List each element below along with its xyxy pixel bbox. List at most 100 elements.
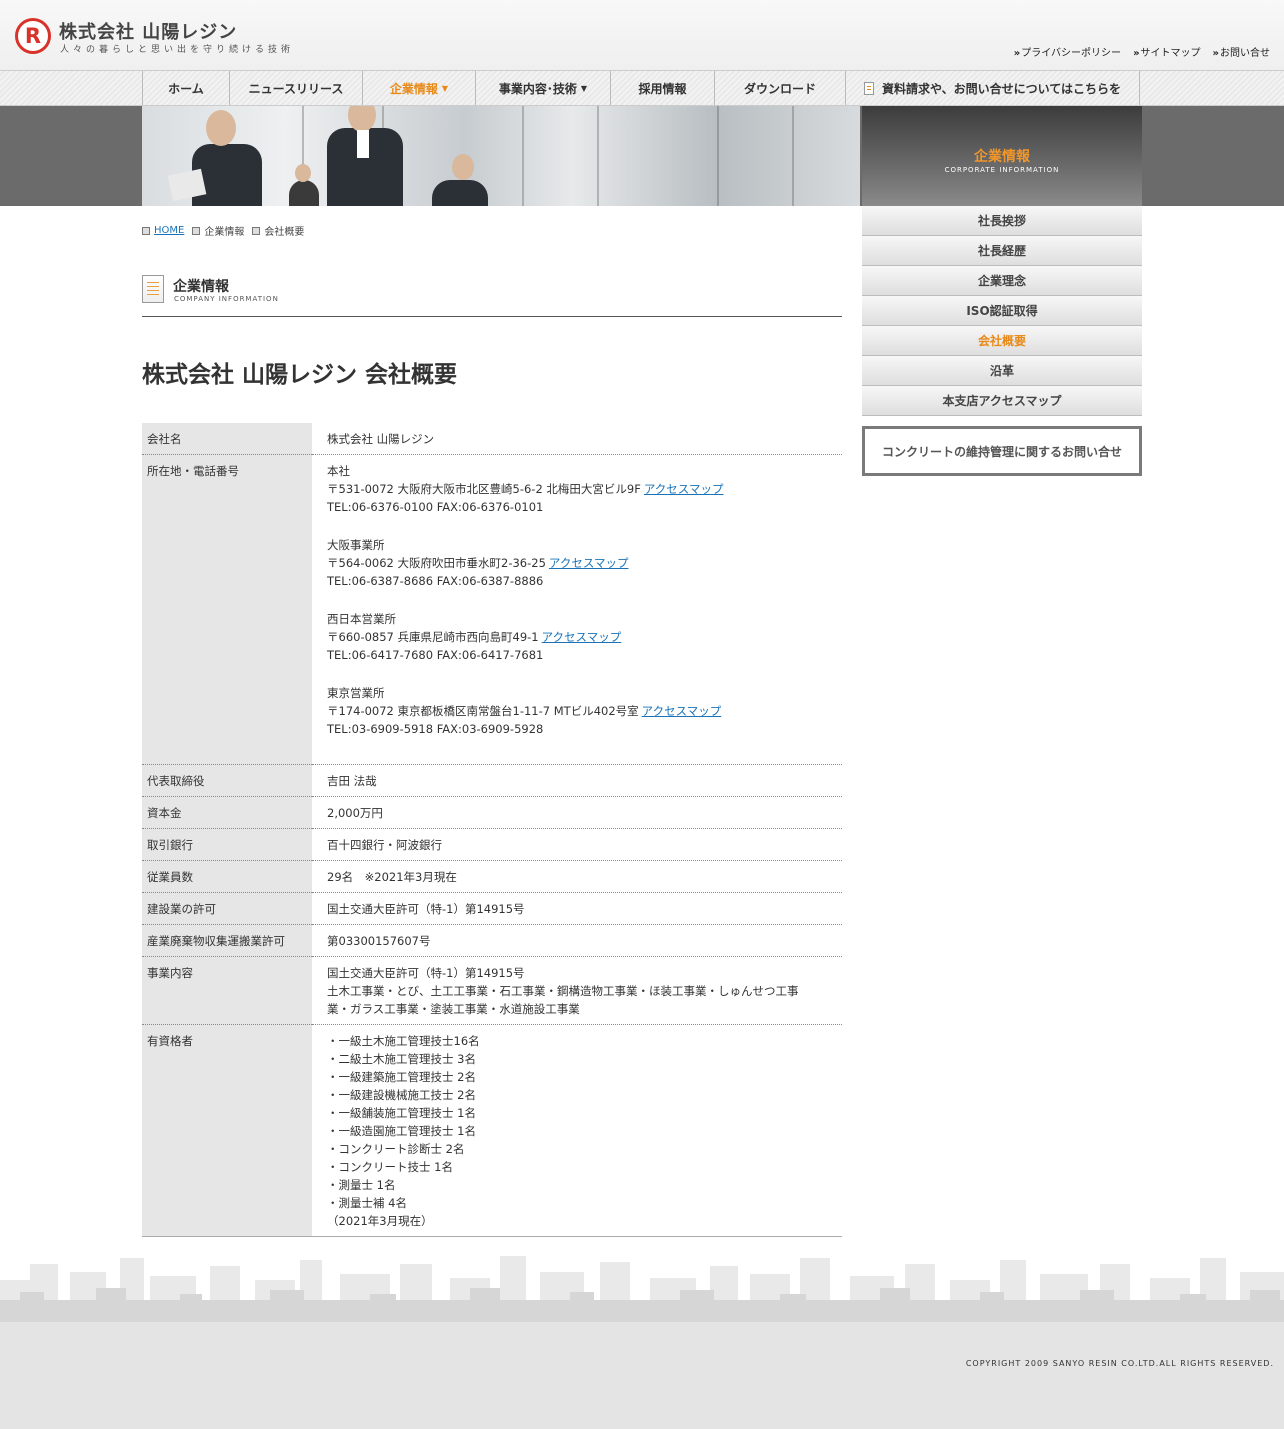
row-label: 代表取締役	[142, 764, 312, 797]
sidebar-item-access-map[interactable]: 本支店アクセスマップ	[862, 386, 1142, 416]
row-value: 2,000万円	[312, 796, 842, 829]
row-label: 会社名	[142, 423, 312, 455]
privacy-policy-link[interactable]: » プライバシーポリシー	[1014, 44, 1121, 59]
breadcrumb-home-link[interactable]: HOME	[154, 225, 184, 236]
nav-recruit[interactable]: 採用情報	[610, 71, 714, 105]
sidebar-item-company-overview[interactable]: 会社概要	[862, 326, 1142, 356]
row-label: 有資格者	[142, 1024, 312, 1237]
double-arrow-icon: »	[1013, 48, 1021, 59]
table-row: 建設業の許可 国土交通大臣許可（特-1）第14915号	[142, 892, 842, 925]
row-label: 所在地・電話番号	[142, 454, 312, 765]
business-line: 国土交通大臣許可（特-1）第14915号	[327, 966, 525, 980]
double-arrow-icon: »	[1133, 48, 1140, 59]
qualification-item: ・一級舗装施工管理技士 1名	[327, 1106, 476, 1120]
location-address: 〒531-0072 大阪府大阪市北区豊崎5-6-2 北梅田大宮ビル9F	[327, 482, 641, 496]
hero-title: 企業情報	[974, 149, 1030, 165]
document-icon	[142, 275, 164, 303]
caret-down-icon: ▼	[580, 83, 588, 93]
location-tel: TEL:03-6909-5918 FAX:03-6909-5928	[327, 722, 544, 736]
nav-download[interactable]: ダウンロード	[714, 71, 845, 105]
city-skyline-illustration	[0, 1256, 1284, 1322]
table-row: 取引銀行 百十四銀行・阿波銀行	[142, 828, 842, 861]
row-label: 産業廃棄物収集運搬業許可	[142, 924, 312, 957]
sidebar-item-ceo-profile[interactable]: 社長経歴	[862, 236, 1142, 266]
site-footer	[0, 1322, 1284, 1429]
hero-subtitle: CORPORATE INFORMATION	[944, 166, 1060, 174]
location-tel: TEL:06-6387-8686 FAX:06-6387-8886	[327, 574, 544, 588]
table-row: 有資格者 ・一級土木施工管理技士16名 ・二級土木施工管理技士 3名 ・一級建築…	[142, 1024, 842, 1237]
sidebar-item-philosophy[interactable]: 企業理念	[862, 266, 1142, 296]
qualification-item: ・一級土木施工管理技士16名	[327, 1034, 480, 1048]
table-row: 資本金 2,000万円	[142, 796, 842, 829]
global-nav-bar: ホーム ニュースリリース 企業情報 ▼ 事業内容･技術 ▼ 採用情報 ダウンロード …	[0, 70, 1284, 106]
row-value: 株式会社 山陽レジン	[312, 423, 842, 455]
table-row: 事業内容 国土交通大臣許可（特-1）第14915号 土木工事業・とび、土工工事業…	[142, 956, 842, 1025]
caret-down-icon: ▼	[441, 83, 449, 93]
nav-business[interactable]: 事業内容･技術 ▼	[475, 71, 610, 105]
row-value: 国土交通大臣許可（特-1）第14915号 土木工事業・とび、土工工事業・石工事業…	[312, 956, 842, 1025]
document-icon	[863, 81, 874, 95]
table-row: 所在地・電話番号 本社 〒531-0072 大阪府大阪市北区豊崎5-6-2 北梅…	[142, 454, 842, 765]
nav-contact[interactable]: 資料請求や、お問い合せについてはこちらを	[845, 71, 1140, 105]
page-title: 株式会社 山陽レジン 会社概要	[142, 361, 458, 388]
hero-title-box: 企業情報 CORPORATE INFORMATION	[862, 106, 1142, 206]
utility-links: » プライバシーポリシー » サイトマップ » お問い合せ	[1014, 44, 1270, 59]
business-line: 土木工事業・とび、土工工事業・石工事業・鋼構造物工事業・ほ装工事業・しゅんせつ工…	[327, 984, 799, 998]
table-row: 会社名 株式会社 山陽レジン	[142, 423, 842, 455]
qualification-note: （2021年3月現在）	[327, 1214, 433, 1228]
section-heading: 企業情報 COMPANY INFORMATION	[142, 275, 842, 317]
breadcrumb-icon	[192, 226, 201, 235]
row-value: 吉田 法哉	[312, 764, 842, 797]
global-nav: ホーム ニュースリリース 企業情報 ▼ 事業内容･技術 ▼ 採用情報 ダウンロード …	[142, 71, 1140, 105]
table-row: 代表取締役 吉田 法哉	[142, 764, 842, 797]
qualification-item: ・一級建設機械施工技士 2名	[327, 1088, 476, 1102]
nav-home[interactable]: ホーム	[142, 71, 229, 105]
copyright-text: COPYRIGHT 2009 SANYO RESIN CO.LTD.ALL RI…	[965, 1359, 1274, 1368]
qualification-item: ・コンクリート技士 1名	[327, 1160, 453, 1174]
location-tel: TEL:06-6376-0100 FAX:06-6376-0101	[327, 500, 544, 514]
section-subtitle: COMPANY INFORMATION	[174, 295, 279, 303]
row-label: 取引銀行	[142, 828, 312, 861]
logo-tagline: 人々の暮らしと思い出を守り続ける技術	[60, 45, 295, 55]
access-map-link[interactable]: アクセスマップ	[549, 556, 629, 570]
sidebar-item-history[interactable]: 沿革	[862, 356, 1142, 386]
location-address: 〒660-0857 兵庫県尼崎市西向島町49-1	[327, 630, 539, 644]
concrete-contact-banner[interactable]: コンクリートの維持管理に関するお問い合せ	[862, 426, 1142, 476]
nav-news[interactable]: ニュースリリース	[229, 71, 362, 105]
location-address: 〒174-0072 東京都板橋区南常盤台1-11-7 MTビル402号室	[327, 704, 639, 718]
table-row: 従業員数 29名 ※2021年3月現在	[142, 860, 842, 893]
sidebar-item-iso[interactable]: ISO認証取得	[862, 296, 1142, 326]
row-label: 資本金	[142, 796, 312, 829]
qualification-item: ・二級土木施工管理技士 3名	[327, 1052, 476, 1066]
logo-icon[interactable]: R	[15, 18, 51, 54]
nav-corporate[interactable]: 企業情報 ▼	[362, 71, 475, 105]
qualification-item: ・測量士補 4名	[327, 1196, 407, 1210]
row-value: 百十四銀行・阿波銀行	[312, 828, 842, 861]
double-arrow-icon: »	[1212, 48, 1220, 59]
access-map-link[interactable]: アクセスマップ	[542, 630, 622, 644]
breadcrumb-icon	[252, 226, 261, 235]
row-label: 建設業の許可	[142, 892, 312, 925]
sidebar-item-greeting[interactable]: 社長挨拶	[862, 206, 1142, 236]
business-line: 業・ガラス工事業・塗装工事業・水道施設工事業	[327, 1002, 580, 1016]
row-value: 本社 〒531-0072 大阪府大阪市北区豊崎5-6-2 北梅田大宮ビル9F アク…	[312, 454, 842, 765]
access-map-link[interactable]: アクセスマップ	[644, 482, 724, 496]
company-logo-text[interactable]: 株式会社 山陽レジン	[59, 18, 237, 44]
sitemap-link[interactable]: » サイトマップ	[1133, 44, 1200, 59]
breadcrumb-icon	[142, 226, 150, 235]
sidebar-menu: 社長挨拶 社長経歴 企業理念 ISO認証取得 会社概要 沿革 本支店アクセスマッ…	[862, 206, 1142, 416]
location-name: 大阪事業所	[327, 538, 385, 552]
row-value: 国土交通大臣許可（特-1）第14915号	[312, 892, 842, 925]
qualification-item: ・コンクリート診断士 2名	[327, 1142, 465, 1156]
location-tel: TEL:06-6417-7680 FAX:06-6417-7681	[327, 648, 544, 662]
contact-link[interactable]: » お問い合せ	[1213, 44, 1270, 59]
location-name: 西日本営業所	[327, 612, 396, 626]
location-name: 本社	[327, 464, 350, 478]
breadcrumb: HOME 企業情報 会社概要	[142, 223, 304, 238]
qualification-item: ・一級造園施工管理技士 1名	[327, 1124, 476, 1138]
breadcrumb-current: 会社概要	[264, 227, 305, 238]
breadcrumb-corporate: 企業情報	[204, 227, 245, 238]
access-map-link[interactable]: アクセスマップ	[642, 704, 722, 718]
qualification-item: ・一級建築施工管理技士 2名	[327, 1070, 476, 1084]
row-value: ・一級土木施工管理技士16名 ・二級土木施工管理技士 3名 ・一級建築施工管理技…	[312, 1024, 842, 1237]
